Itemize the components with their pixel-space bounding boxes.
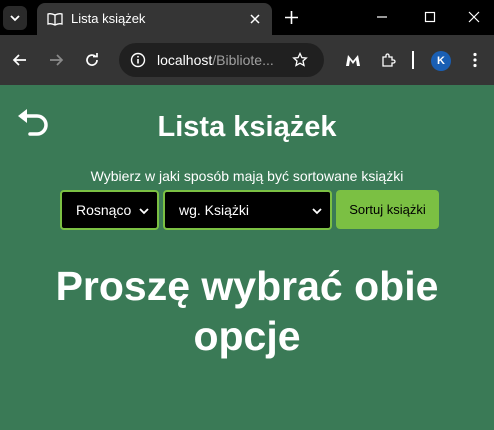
tab-bar: Lista książek: [0, 0, 494, 35]
sort-order-value: Rosnąco: [76, 202, 132, 218]
book-icon: [47, 13, 63, 26]
malwarebytes-icon: [346, 55, 360, 66]
profile-avatar[interactable]: K: [431, 51, 451, 71]
chevron-down-icon: [10, 15, 20, 22]
sort-order-select[interactable]: Rosnąco: [60, 190, 159, 230]
page-content: Lista książek Wybierz w jaki sposób mają…: [0, 85, 494, 430]
extensions-button[interactable]: [376, 48, 400, 72]
browser-toolbar: localhost/Bibliote... K: [0, 35, 494, 85]
reload-icon: [86, 53, 98, 66]
url-path: /Bibliote...: [212, 52, 274, 68]
chevron-down-icon: [312, 208, 322, 215]
reload-button[interactable]: [80, 48, 104, 72]
sort-books-button[interactable]: Sortuj książki: [336, 190, 439, 229]
close-icon: [468, 11, 480, 23]
forward-button[interactable]: [44, 48, 68, 72]
active-tab[interactable]: Lista książek: [37, 3, 272, 35]
validation-message: Proszę wybrać obie opcje: [55, 263, 439, 359]
page-title: Lista książek: [157, 111, 337, 143]
close-icon: [250, 14, 260, 24]
url-text[interactable]: localhost/Bibliote...: [157, 52, 274, 68]
arrow-left-icon: [12, 54, 26, 66]
tab-search-button[interactable]: [3, 6, 27, 30]
toolbar-separator: [412, 51, 414, 69]
more-vertical-icon: [473, 52, 477, 68]
puzzle-icon: [382, 53, 396, 67]
minimize-icon: [377, 16, 387, 18]
minimize-button[interactable]: [370, 5, 394, 29]
address-bar[interactable]: localhost/Bibliote...: [119, 43, 324, 77]
sort-instruction: Wybierz w jaki sposób mają być sortowane…: [90, 168, 404, 184]
maximize-button[interactable]: [418, 5, 442, 29]
arrow-right-icon: [50, 54, 64, 66]
plus-icon: [284, 10, 298, 24]
star-icon[interactable]: [292, 52, 308, 68]
url-host: localhost: [157, 52, 213, 68]
window-close-button[interactable]: [462, 5, 486, 29]
maximize-icon: [424, 11, 436, 23]
menu-button[interactable]: [463, 48, 487, 72]
new-tab-button[interactable]: [280, 6, 302, 28]
sort-field-value: wg. Książki: [179, 202, 250, 218]
back-button[interactable]: [8, 48, 32, 72]
tab-title: Lista książek: [71, 11, 146, 26]
info-icon[interactable]: [130, 52, 146, 68]
sort-field-select[interactable]: wg. Książki: [163, 190, 332, 230]
malwarebytes-extension-button[interactable]: [341, 48, 365, 72]
tab-close-button[interactable]: [245, 9, 265, 29]
chevron-down-icon: [139, 208, 149, 215]
